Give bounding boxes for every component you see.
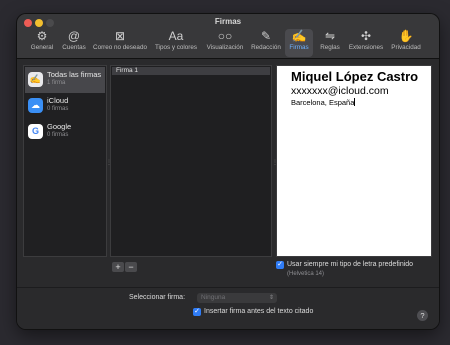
tab-privacidad[interactable]: ✋ Privacidad bbox=[388, 29, 424, 57]
tab-label: Correo no deseado bbox=[93, 44, 147, 51]
account-name: iCloud bbox=[47, 96, 69, 105]
tab-correo-no-deseado[interactable]: ⊠ Correo no deseado bbox=[91, 29, 149, 57]
select-signature-value: Ninguna bbox=[201, 294, 226, 301]
add-signature-button[interactable]: + bbox=[112, 262, 124, 272]
text-caret bbox=[354, 98, 356, 106]
insert-before-quote-label: Insertar firma antes del texto citado bbox=[204, 308, 314, 315]
signature-city-line: Barcelona, España bbox=[291, 98, 356, 107]
font-icon: Aa bbox=[168, 29, 184, 43]
tab-label: Privacidad bbox=[391, 44, 421, 51]
mail-preferences-window: Firmas ⚙ General @ Cuentas ⊠ Correo no d… bbox=[17, 14, 439, 329]
google-icon: G bbox=[28, 124, 43, 139]
gear-icon: ⚙ bbox=[36, 29, 48, 43]
account-item-google[interactable]: G Google 0 firmas bbox=[25, 119, 105, 145]
at-icon: @ bbox=[67, 29, 81, 43]
signature-editor[interactable]: Miquel López Castro xxxxxxx@icloud.com B… bbox=[276, 65, 432, 257]
signature-icon: ✍ bbox=[291, 29, 307, 43]
tab-label: General bbox=[30, 44, 54, 51]
tab-extensiones[interactable]: ✣ Extensiones bbox=[346, 29, 386, 57]
account-count: 1 firma bbox=[47, 80, 66, 86]
signatures-pane: ✍ Todas las firmas 1 firma ☁ iCloud 0 fi… bbox=[17, 59, 439, 329]
hand-icon: ✋ bbox=[398, 29, 414, 43]
list-item[interactable]: Firma 1 bbox=[112, 67, 270, 75]
splitter-handle[interactable]: ⋮ bbox=[106, 159, 112, 166]
account-count: 0 firmas bbox=[47, 106, 69, 112]
default-font-hint: (Helvetica 14) bbox=[287, 271, 325, 277]
tab-cuentas[interactable]: @ Cuentas bbox=[59, 29, 89, 57]
puzzle-icon: ✣ bbox=[360, 29, 372, 43]
preferences-toolbar: ⚙ General @ Cuentas ⊠ Correo no deseado … bbox=[17, 28, 439, 58]
default-font-checkbox[interactable]: ✓ bbox=[276, 261, 284, 269]
tab-label: Tipos y colores bbox=[154, 44, 198, 51]
select-signature-dropdown[interactable]: Ninguna ⇕ bbox=[197, 293, 277, 303]
account-name: Google bbox=[47, 122, 72, 131]
insert-before-quote-checkbox[interactable]: ✓ bbox=[193, 308, 201, 316]
splitter-handle[interactable]: ⋮ bbox=[272, 159, 278, 166]
window-title: Firmas bbox=[214, 17, 242, 26]
tab-label: Firmas bbox=[289, 44, 309, 51]
tab-firmas[interactable]: ✍ Firmas bbox=[285, 29, 313, 57]
compose-icon: ✎ bbox=[260, 29, 272, 43]
tab-label: Reglas bbox=[320, 44, 340, 51]
account-count: 0 firmas bbox=[47, 132, 69, 138]
account-name: Todas las firmas bbox=[47, 70, 102, 79]
glasses-icon: ○○ bbox=[217, 29, 233, 43]
titlebar: Firmas ⚙ General @ Cuentas ⊠ Correo no d… bbox=[17, 14, 439, 59]
tab-label: Redacción bbox=[251, 44, 281, 51]
tab-reglas[interactable]: ⇋ Reglas bbox=[316, 29, 344, 57]
junk-tray-icon: ⊠ bbox=[114, 29, 126, 43]
footer: Seleccionar firma: Ninguna ⇕ ✓ Insertar … bbox=[17, 287, 439, 329]
default-font-label: Usar siempre mi tipo de letra predefinid… bbox=[287, 261, 414, 268]
signature-icon: ✍ bbox=[28, 72, 43, 87]
tab-label: Extensiones bbox=[348, 44, 384, 51]
tab-visualizacion[interactable]: ○○ Visualización bbox=[203, 29, 247, 57]
account-item-icloud[interactable]: ☁ iCloud 0 firmas bbox=[25, 93, 105, 119]
tab-general[interactable]: ⚙ General bbox=[27, 29, 57, 57]
remove-signature-button[interactable]: − bbox=[125, 262, 137, 272]
select-signature-label: Seleccionar firma: bbox=[129, 294, 186, 301]
chevron-up-down-icon: ⇕ bbox=[268, 295, 274, 301]
tab-label: Cuentas bbox=[62, 44, 86, 51]
tab-label: Visualización bbox=[206, 44, 244, 51]
signature-name-line: Miquel López Castro bbox=[291, 69, 419, 84]
signature-city-text: Barcelona, España bbox=[291, 98, 355, 107]
rules-icon: ⇋ bbox=[324, 29, 336, 43]
signatures-list: Firma 1 bbox=[110, 65, 272, 257]
accounts-list: ✍ Todas las firmas 1 firma ☁ iCloud 0 fi… bbox=[23, 65, 107, 257]
tab-redaccion[interactable]: ✎ Redacción bbox=[248, 29, 284, 57]
cloud-icon: ☁ bbox=[28, 98, 43, 113]
signature-email-line: xxxxxxx@icloud.com bbox=[291, 85, 389, 97]
help-button[interactable]: ? bbox=[417, 310, 428, 321]
account-item-todas[interactable]: ✍ Todas las firmas 1 firma bbox=[25, 67, 105, 93]
tab-tipos-y-colores[interactable]: Aa Tipos y colores bbox=[151, 29, 201, 57]
